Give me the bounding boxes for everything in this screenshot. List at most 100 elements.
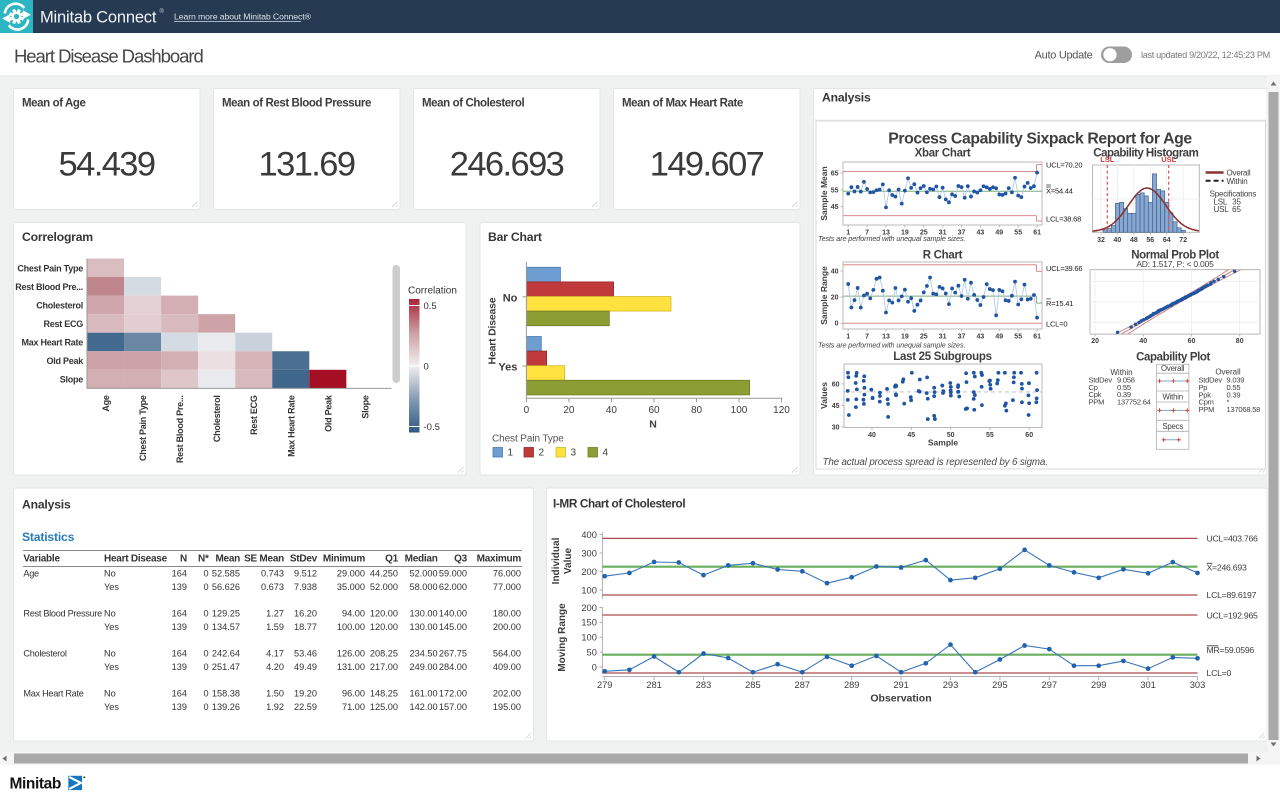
svg-text:45: 45 [907, 432, 915, 439]
svg-text:80: 80 [1236, 338, 1244, 345]
svg-text:0: 0 [203, 649, 208, 659]
svg-text:40: 40 [606, 405, 618, 416]
svg-text:Cholesterol: Cholesterol [212, 395, 222, 442]
svg-text:X=54.44: X=54.44 [1046, 187, 1073, 196]
svg-text:76.000: 76.000 [493, 569, 521, 579]
svg-text:130.00: 130.00 [409, 609, 437, 619]
svg-text:60: 60 [1188, 338, 1196, 345]
svg-text:7.938: 7.938 [294, 582, 317, 592]
svg-text:65: 65 [1232, 205, 1241, 214]
svg-text:55: 55 [1014, 334, 1022, 341]
svg-text:Slope: Slope [360, 395, 370, 418]
svg-text:Overall: Overall [1161, 364, 1185, 373]
svg-text:100.00: 100.00 [337, 622, 365, 632]
svg-text:No: No [104, 569, 116, 579]
svg-text:208.25: 208.25 [370, 649, 398, 659]
svg-text:Heart Disease: Heart Disease [104, 554, 168, 565]
svg-text:44.250: 44.250 [370, 569, 398, 579]
svg-text:289: 289 [844, 680, 860, 690]
svg-text:249.00: 249.00 [409, 662, 437, 672]
svg-text:No: No [104, 609, 116, 619]
svg-text:4.17: 4.17 [266, 649, 284, 659]
svg-text:55: 55 [1014, 230, 1022, 237]
svg-text:LCL=0: LCL=0 [1207, 668, 1232, 678]
svg-text:Chest Pain Type: Chest Pain Type [138, 395, 148, 461]
svg-text:N*: N* [198, 554, 209, 565]
svg-text:The actual process spread is r: The actual process spread is represented… [823, 457, 1048, 468]
svg-text:7: 7 [865, 334, 869, 341]
svg-text:164: 164 [172, 569, 187, 579]
svg-text:StDev: StDev [290, 554, 318, 565]
svg-text:25: 25 [920, 334, 928, 341]
svg-text:Old Peak: Old Peak [46, 356, 84, 366]
svg-text:120.00: 120.00 [370, 622, 398, 632]
svg-text:Minimum: Minimum [323, 554, 365, 565]
svg-text:48: 48 [1130, 237, 1138, 244]
svg-text:Sample Mean: Sample Mean [819, 166, 829, 220]
svg-text:Moving Range: Moving Range [557, 603, 568, 672]
svg-text:X=246.693: X=246.693 [1207, 563, 1247, 573]
svg-text:19: 19 [901, 334, 909, 341]
svg-text:Rest ECG: Rest ECG [43, 319, 83, 329]
svg-text:1.50: 1.50 [266, 689, 284, 699]
svg-text:Sample Range: Sample Range [819, 266, 829, 325]
svg-text:301: 301 [1140, 680, 1156, 690]
svg-text:49.49: 49.49 [294, 662, 317, 672]
svg-text:Mean of Max Heart Rate: Mean of Max Heart Rate [622, 98, 743, 110]
svg-text:Bar Chart: Bar Chart [488, 230, 542, 244]
svg-text:148.25: 148.25 [370, 689, 398, 699]
svg-text:279: 279 [597, 680, 613, 690]
svg-text:71.00: 71.00 [342, 702, 365, 712]
svg-text:139: 139 [172, 702, 187, 712]
svg-text:UCL=70.20: UCL=70.20 [1046, 161, 1082, 170]
svg-text:Yes: Yes [104, 622, 119, 632]
svg-text:LSL: LSL [1100, 155, 1115, 164]
svg-text:Process Capability Sixpack Rep: Process Capability Sixpack Report for Ag… [888, 131, 1192, 148]
svg-text:Yes: Yes [104, 582, 119, 592]
svg-text:UCL=403.766: UCL=403.766 [1207, 534, 1259, 544]
svg-text:234.50: 234.50 [409, 649, 437, 659]
svg-text:Learn more about Minitab Conne: Learn more about Minitab Connect® [174, 12, 312, 22]
svg-text:139: 139 [172, 582, 187, 592]
svg-text:0: 0 [203, 689, 208, 699]
svg-text:Value: Value [563, 548, 574, 575]
svg-text:Within: Within [1162, 393, 1182, 402]
svg-text:59.000: 59.000 [439, 569, 467, 579]
svg-text:564.00: 564.00 [493, 649, 521, 659]
svg-text:60: 60 [1025, 432, 1033, 439]
svg-text:150: 150 [581, 618, 597, 628]
svg-text:Yes: Yes [104, 702, 119, 712]
svg-text:No: No [104, 649, 116, 659]
svg-text:139.26: 139.26 [212, 702, 240, 712]
svg-text:0.5: 0.5 [424, 301, 437, 312]
svg-text:285: 285 [745, 680, 761, 690]
svg-text:40: 40 [868, 432, 876, 439]
svg-text:UCL=192.965: UCL=192.965 [1207, 611, 1259, 621]
svg-text:64: 64 [1163, 237, 1171, 244]
svg-text:SE Mean: SE Mean [244, 554, 284, 565]
svg-text:43: 43 [977, 334, 985, 341]
svg-text:No: No [104, 689, 116, 699]
svg-text:1: 1 [508, 448, 514, 459]
svg-text:131.69: 131.69 [259, 146, 355, 184]
svg-text:56: 56 [1146, 237, 1154, 244]
svg-text:LCL=89.6197: LCL=89.6197 [1207, 590, 1257, 600]
svg-text:UCL=39.66: UCL=39.66 [1046, 264, 1082, 273]
svg-text:129.25: 129.25 [212, 609, 240, 619]
svg-text:Auto Update: Auto Update [1035, 50, 1093, 62]
svg-text:45: 45 [832, 403, 840, 410]
svg-text:251.47: 251.47 [212, 662, 240, 672]
svg-text:0: 0 [203, 622, 208, 632]
svg-text:52.585: 52.585 [212, 569, 240, 579]
svg-text:Yes: Yes [498, 362, 517, 374]
svg-text:287: 287 [795, 680, 811, 690]
svg-text:142.00: 142.00 [409, 702, 437, 712]
svg-text:30: 30 [832, 424, 840, 431]
svg-text:300: 300 [581, 548, 597, 558]
svg-text:267.75: 267.75 [439, 649, 467, 659]
svg-text:18.77: 18.77 [294, 622, 317, 632]
svg-text:Statistics: Statistics [22, 530, 75, 544]
svg-text:Chest Pain Type: Chest Pain Type [17, 263, 83, 273]
svg-text:Minitab: Minitab [10, 776, 61, 793]
svg-text:LCL=0: LCL=0 [1046, 320, 1067, 329]
